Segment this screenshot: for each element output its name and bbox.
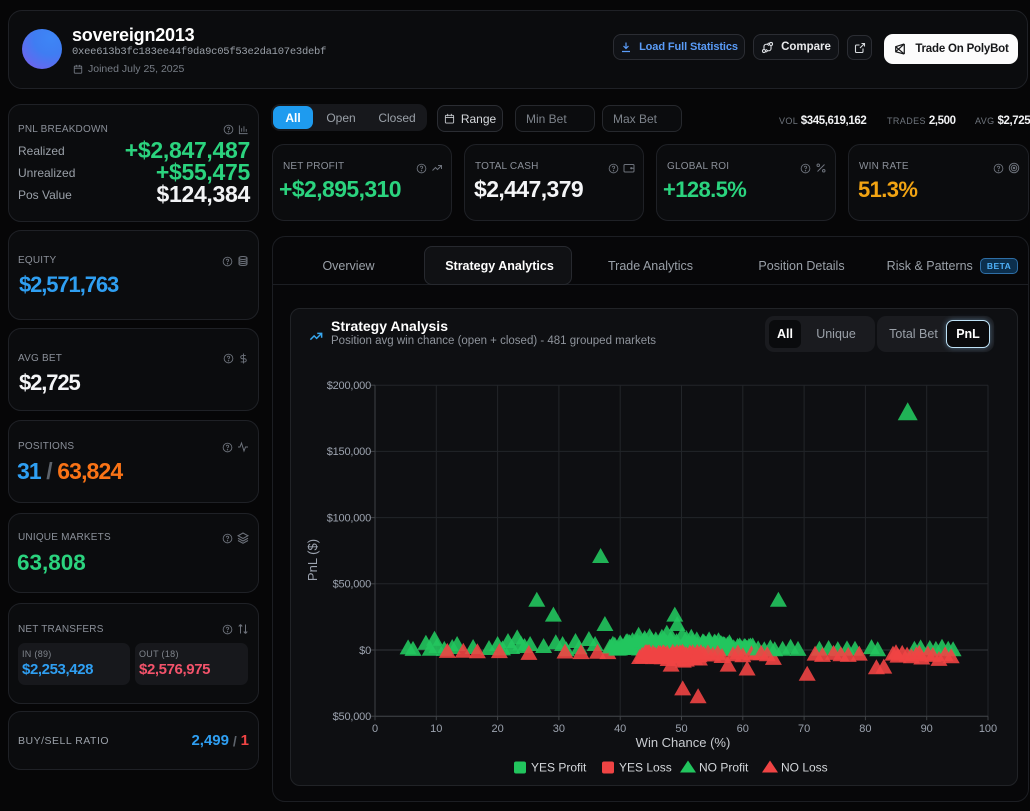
svg-text:10: 10: [430, 723, 442, 735]
svg-text:60: 60: [737, 723, 749, 735]
svg-text:NO Profit: NO Profit: [699, 761, 749, 775]
svg-text:$50,000: $50,000: [333, 579, 371, 591]
svg-text:$50,000: $50,000: [333, 711, 371, 723]
svg-text:40: 40: [614, 723, 626, 735]
svg-text:$200,000: $200,000: [327, 380, 371, 392]
svg-text:Win Chance (%): Win Chance (%): [636, 735, 731, 750]
svg-text:PnL ($): PnL ($): [305, 539, 320, 581]
svg-text:90: 90: [921, 723, 933, 735]
svg-text:80: 80: [859, 723, 871, 735]
svg-text:30: 30: [553, 723, 565, 735]
svg-text:20: 20: [491, 723, 503, 735]
svg-text:100: 100: [979, 723, 997, 735]
svg-text:$0: $0: [359, 645, 371, 657]
svg-text:YES Loss: YES Loss: [619, 761, 672, 775]
svg-text:70: 70: [798, 723, 810, 735]
svg-text:0: 0: [372, 723, 378, 735]
svg-text:NO Loss: NO Loss: [781, 761, 828, 775]
svg-text:$100,000: $100,000: [327, 512, 371, 524]
svg-text:YES Profit: YES Profit: [531, 761, 587, 775]
svg-text:50: 50: [675, 723, 687, 735]
svg-text:$150,000: $150,000: [327, 446, 371, 458]
